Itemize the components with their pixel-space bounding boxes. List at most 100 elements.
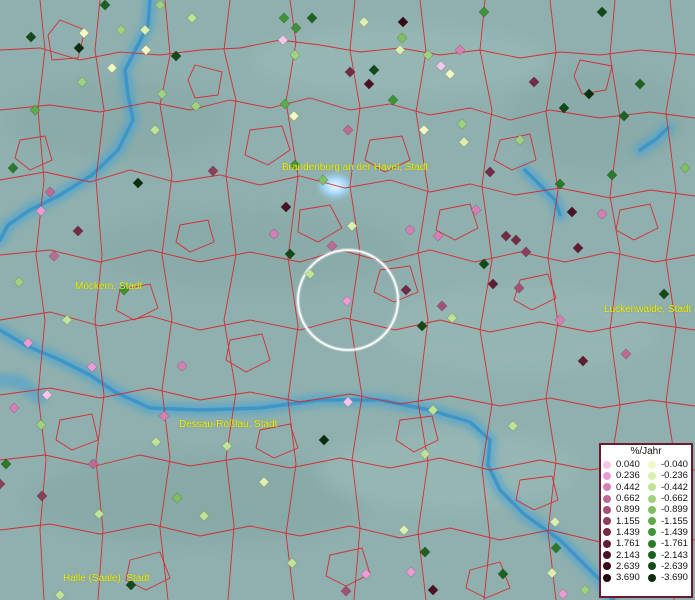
measurement-point[interactable]: [318, 434, 330, 446]
measurement-point[interactable]: [456, 118, 468, 130]
measurement-point[interactable]: [221, 440, 233, 452]
measurement-point[interactable]: [572, 242, 584, 254]
measurement-point[interactable]: [358, 16, 370, 28]
legend-row: 1.439 -1.439: [601, 527, 691, 538]
legend-entry-negative: -0.899: [646, 504, 691, 515]
measurement-point[interactable]: [520, 246, 532, 258]
legend-row: 2.639 -2.639: [601, 561, 691, 572]
measurement-point[interactable]: [150, 436, 162, 448]
legend-swatch: [603, 551, 611, 560]
measurement-point[interactable]: [579, 584, 591, 596]
measurement-point[interactable]: [510, 234, 522, 246]
measurement-point[interactable]: [115, 24, 127, 36]
measurement-point[interactable]: [596, 208, 608, 220]
measurement-point[interactable]: [78, 27, 90, 39]
measurement-point[interactable]: [400, 284, 412, 296]
measurement-point[interactable]: [342, 124, 354, 136]
legend-swatch: [603, 562, 611, 571]
measurement-point[interactable]: [606, 169, 618, 181]
measurement-point[interactable]: [290, 22, 302, 34]
measurement-point[interactable]: [186, 12, 198, 24]
measurement-point[interactable]: [279, 98, 291, 110]
measurement-point[interactable]: [35, 419, 47, 431]
measurement-point[interactable]: [8, 402, 20, 414]
legend-swatch: [648, 517, 656, 526]
legend-value: -0.040: [661, 459, 688, 471]
measurement-point[interactable]: [0, 458, 12, 470]
measurement-point[interactable]: [478, 6, 490, 18]
measurement-point[interactable]: [73, 42, 85, 54]
measurement-point[interactable]: [427, 584, 439, 596]
measurement-point[interactable]: [484, 166, 496, 178]
legend-value: -1.155: [661, 515, 688, 527]
measurement-point[interactable]: [404, 224, 416, 236]
legend-value: 0.442: [616, 481, 640, 493]
measurement-point[interactable]: [306, 12, 318, 24]
legend-value: 3.690: [616, 572, 640, 584]
measurement-point[interactable]: [557, 588, 569, 600]
measurement-point[interactable]: [61, 314, 73, 326]
measurement-point[interactable]: [7, 162, 19, 174]
legend-title: %/Jahr: [630, 446, 662, 457]
measurement-point[interactable]: [596, 6, 608, 18]
measurement-point[interactable]: [658, 288, 670, 300]
legend-swatch: [648, 562, 656, 571]
measurement-point[interactable]: [497, 568, 509, 580]
measurement-point[interactable]: [207, 165, 219, 177]
legend-swatch: [648, 528, 656, 537]
map-layers: [0, 0, 695, 600]
measurement-point[interactable]: [0, 478, 6, 490]
measurement-point[interactable]: [278, 12, 290, 24]
measurement-point[interactable]: [458, 136, 470, 148]
measurement-point[interactable]: [72, 225, 84, 237]
measurement-point[interactable]: [25, 31, 37, 43]
measurement-point[interactable]: [418, 124, 430, 136]
measurement-point[interactable]: [341, 295, 353, 307]
legend-swatch: [603, 494, 611, 503]
measurement-point[interactable]: [280, 201, 292, 213]
legend-value: -2.639: [661, 560, 688, 572]
measurement-point[interactable]: [387, 94, 399, 106]
legend-value: 1.439: [616, 526, 640, 538]
city-label-halle: Halle (Saale), Stadt: [63, 573, 150, 584]
measurement-point[interactable]: [99, 0, 111, 11]
measurement-point[interactable]: [500, 230, 512, 242]
legend-swatch: [648, 494, 656, 503]
legend-value: -0.899: [661, 504, 688, 516]
measurement-point[interactable]: [48, 250, 60, 262]
measurement-point[interactable]: [507, 420, 519, 432]
map-canvas[interactable]: Brandenburg an der Havel, Stadt Möckern,…: [0, 0, 695, 600]
legend-value: 0.040: [616, 459, 640, 471]
measurement-point[interactable]: [54, 589, 66, 600]
legend-entry-positive: 0.442: [601, 482, 646, 493]
legend-entry-negative: -0.236: [646, 470, 691, 481]
measurement-point[interactable]: [176, 360, 188, 372]
measurement-point[interactable]: [13, 276, 25, 288]
legend-swatch: [648, 539, 656, 548]
measurement-point[interactable]: [566, 206, 578, 218]
legend-entry-positive: 1.439: [601, 527, 646, 538]
legend-row: 0.236 -0.236: [601, 470, 691, 481]
measurement-point[interactable]: [398, 524, 410, 536]
legend-value: -3.690: [661, 572, 688, 584]
measurement-point[interactable]: [106, 62, 118, 74]
city-label-moeckern: Möckern, Stadt: [75, 281, 143, 292]
legend-entry-positive: 0.899: [601, 504, 646, 515]
legend-value: -1.761: [661, 538, 688, 550]
legend-value: 0.899: [616, 504, 640, 516]
measurement-point[interactable]: [132, 177, 144, 189]
measurement-point[interactable]: [405, 566, 417, 578]
measurement-point[interactable]: [286, 557, 298, 569]
measurement-point[interactable]: [419, 546, 431, 558]
legend-entry-negative: -2.143: [646, 550, 691, 561]
measurement-point[interactable]: [470, 204, 482, 216]
legend-value: -0.236: [661, 470, 688, 482]
measurement-point[interactable]: [546, 567, 558, 579]
measurement-point[interactable]: [679, 162, 691, 174]
measurement-point[interactable]: [288, 110, 300, 122]
measurement-point[interactable]: [340, 585, 352, 597]
legend-entry-positive: 3.690: [601, 572, 646, 583]
legend-value: -2.143: [661, 549, 688, 561]
legend-swatch: [603, 539, 611, 548]
legend-entry-negative: -0.442: [646, 482, 691, 493]
